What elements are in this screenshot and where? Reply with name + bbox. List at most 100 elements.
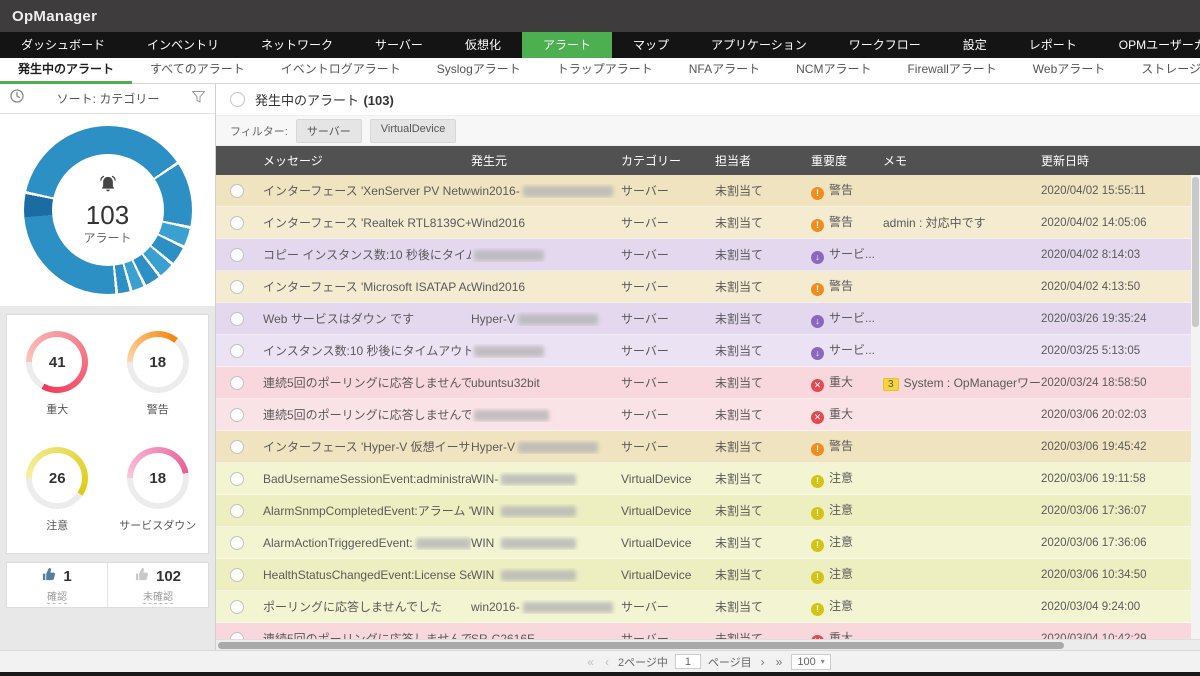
alert-message[interactable]: 連続5回のポーリングに応答しませんでした [263, 630, 471, 639]
vertical-scrollbar[interactable] [1191, 175, 1200, 639]
row-select-radio[interactable] [230, 472, 244, 486]
table-row[interactable]: AlarmSnmpCompletedEvent:アラーム 'テス...WIN V… [216, 495, 1200, 527]
nav-item-11[interactable]: OPMユーザーガイド [1098, 32, 1200, 58]
first-page-button[interactable]: « [585, 655, 596, 669]
unacknowledged-label[interactable]: 未確認 [143, 588, 173, 604]
table-row[interactable]: BadUsernameSessionEvent:administrator@vs… [216, 463, 1200, 495]
select-all-radio[interactable] [230, 92, 245, 107]
table-row[interactable]: インターフェース 'XenServer PV Network De...win2… [216, 175, 1200, 207]
subnav-item-5[interactable]: NFAアラート [671, 58, 778, 84]
row-select-radio[interactable] [230, 248, 244, 262]
row-select-radio[interactable] [230, 504, 244, 518]
row-select-radio[interactable] [230, 568, 244, 582]
alert-message[interactable]: インターフェース 'XenServer PV Network De... [263, 182, 471, 199]
next-page-button[interactable]: › [759, 655, 767, 669]
subnav-item-0[interactable]: 発生中のアラート [0, 58, 132, 84]
filter-icon[interactable] [192, 90, 205, 108]
last-page-button[interactable]: » [774, 655, 785, 669]
vertical-scrollbar-thumb[interactable] [1192, 177, 1199, 327]
alert-message[interactable]: 連続5回のポーリングに応答しませんでした [263, 374, 471, 391]
severity-stat-1[interactable]: 18警告 [108, 331, 209, 429]
table-row[interactable]: Web サービスはダウン ですHyper-Vサーバー未割当て↓サービ...202… [216, 303, 1200, 335]
row-select-radio[interactable] [230, 280, 244, 294]
filter-chip-0[interactable]: サーバー [296, 119, 362, 143]
subnav-item-4[interactable]: トラップアラート [539, 58, 671, 84]
alert-message[interactable]: インターフェース 'Realtek RTL8139C+ Fast E... [263, 214, 471, 231]
table-row[interactable]: AlarmActionTriggeredEvent:WIN VirtualDev… [216, 527, 1200, 559]
nav-item-1[interactable]: インベントリ [126, 32, 240, 58]
sort-selector[interactable]: ソート: カテゴリー [24, 90, 192, 107]
horizontal-scrollbar[interactable] [216, 639, 1200, 650]
table-row[interactable]: 連続5回のポーリングに応答しませんでしたSR-C2616Eサーバー未割当て✕重大… [216, 623, 1200, 639]
table-row[interactable]: インターフェース 'Microsoft ISATAP Adapter-...Wi… [216, 271, 1200, 303]
table-row[interactable]: コピー インスタンス数:10 秒後にタイムアウ...サーバー未割当て↓サービ..… [216, 239, 1200, 271]
row-select-radio[interactable] [230, 536, 244, 550]
alert-message[interactable]: AlarmSnmpCompletedEvent:アラーム 'テス... [263, 502, 471, 519]
table-row[interactable]: 連続5回のポーリングに応答しませんでしたサーバー未割当て✕重大2020/03/0… [216, 399, 1200, 431]
subnav-item-1[interactable]: すべてのアラート [132, 58, 263, 84]
table-row[interactable]: ポーリングに応答しませんでしたwin2016-サーバー未割当て!注意2020/0… [216, 591, 1200, 623]
alert-assignee: 未割当て [715, 502, 811, 519]
nav-item-5[interactable]: アラート [522, 32, 612, 58]
alert-message[interactable]: インターフェース 'Microsoft ISATAP Adapter-... [263, 278, 471, 295]
nav-item-7[interactable]: アプリケーション [690, 32, 828, 58]
alert-message[interactable]: インスタンス数:10 秒後にタイムアウトにな... [263, 342, 471, 359]
table-row[interactable]: インスタンス数:10 秒後にタイムアウトにな...サーバー未割当て↓サービ...… [216, 335, 1200, 367]
acknowledged-label[interactable]: 確認 [47, 588, 67, 604]
unacknowledged-stat[interactable]: 102 未確認 [107, 563, 208, 607]
nav-item-6[interactable]: マップ [612, 32, 690, 58]
subnav-item-8[interactable]: Webアラート [1015, 58, 1123, 84]
row-select-radio[interactable] [230, 408, 244, 422]
row-select-radio[interactable] [230, 344, 244, 358]
alert-message[interactable]: 連続5回のポーリングに応答しませんでした [263, 406, 471, 423]
alert-message[interactable]: AlarmActionTriggeredEvent: [263, 536, 471, 550]
nav-item-8[interactable]: ワークフロー [828, 32, 942, 58]
horizontal-scrollbar-thumb[interactable] [218, 642, 1064, 649]
alert-message[interactable]: Web サービスはダウン です [263, 310, 471, 327]
alert-message[interactable]: ポーリングに応答しませんでした [263, 598, 471, 615]
row-select-radio[interactable] [230, 312, 244, 326]
nav-item-0[interactable]: ダッシュボード [0, 32, 126, 58]
clock-icon[interactable] [10, 89, 24, 108]
column-header-6[interactable]: 更新日時 [1041, 152, 1200, 169]
table-row[interactable]: HealthStatusChangedEvent:License Service… [216, 559, 1200, 591]
page-size-select[interactable]: 100 ▾ [791, 654, 830, 670]
prev-page-button[interactable]: ‹ [603, 655, 611, 669]
column-header-0[interactable]: メッセージ [263, 152, 471, 169]
severity-stat-0[interactable]: 41重大 [7, 331, 108, 429]
column-header-4[interactable]: 重要度 [811, 152, 883, 169]
table-row[interactable]: インターフェース 'Hyper-V 仮想イーサネット...Hyper-Vサーバー… [216, 431, 1200, 463]
subnav-item-9[interactable]: ストレージアラート [1123, 58, 1200, 84]
row-select-radio[interactable] [230, 184, 244, 198]
alert-message[interactable]: インターフェース 'Hyper-V 仮想イーサネット... [263, 438, 471, 455]
row-select-radio[interactable] [230, 440, 244, 454]
severity-stat-3[interactable]: 18サービスダウン [108, 447, 209, 545]
nav-item-3[interactable]: サーバー [354, 32, 444, 58]
row-select-radio[interactable] [230, 376, 244, 390]
alert-message[interactable]: HealthStatusChangedEvent:License Service… [263, 568, 471, 582]
table-row[interactable]: インターフェース 'Realtek RTL8139C+ Fast E...Win… [216, 207, 1200, 239]
alert-message[interactable]: コピー インスタンス数:10 秒後にタイムアウ... [263, 246, 471, 263]
column-header-2[interactable]: カテゴリー [621, 152, 715, 169]
alert-message[interactable]: BadUsernameSessionEvent:administrator@vs… [263, 472, 471, 486]
subnav-item-6[interactable]: NCMアラート [778, 58, 889, 84]
alerts-donut-chart[interactable]: 103 アラート [24, 126, 192, 294]
subnav-item-2[interactable]: イベントログアラート [263, 58, 419, 84]
row-select-radio[interactable] [230, 216, 244, 230]
row-select-radio[interactable] [230, 600, 244, 614]
nav-item-2[interactable]: ネットワーク [240, 32, 354, 58]
nav-item-10[interactable]: レポート [1008, 32, 1098, 58]
acknowledged-stat[interactable]: 1 確認 [7, 563, 107, 607]
column-header-1[interactable]: 発生元 [471, 152, 621, 169]
subnav-item-7[interactable]: Firewallアラート [889, 58, 1014, 84]
column-header-3[interactable]: 担当者 [715, 152, 811, 169]
table-row[interactable]: 連続5回のポーリングに応答しませんでしたubuntsu32bitサーバー未割当て… [216, 367, 1200, 399]
page-number-input[interactable]: 1 [675, 654, 701, 669]
nav-item-4[interactable]: 仮想化 [444, 32, 522, 58]
column-header-5[interactable]: メモ [883, 152, 1041, 169]
filter-chip-1[interactable]: VirtualDevice [370, 119, 457, 143]
severity-stat-2[interactable]: 26注意 [7, 447, 108, 545]
row-select-radio[interactable] [230, 632, 244, 640]
subnav-item-3[interactable]: Syslogアラート [419, 58, 539, 84]
nav-item-9[interactable]: 設定 [942, 32, 1008, 58]
